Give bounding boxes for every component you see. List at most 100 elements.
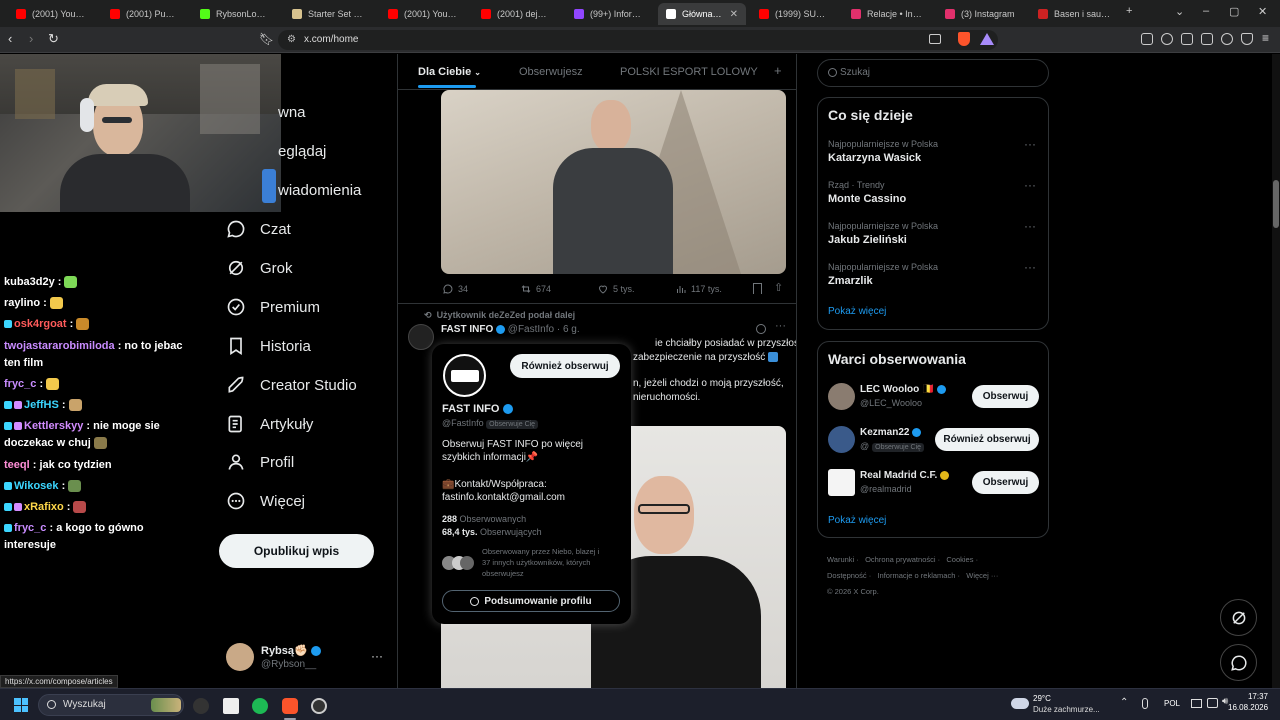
page-scrollbar[interactable]: [1272, 54, 1280, 688]
chat-username[interactable]: raylino: [4, 297, 40, 309]
taskbar-file-icon[interactable]: [223, 698, 239, 714]
chat-username[interactable]: Kettlerskyy: [24, 420, 83, 432]
reply-button[interactable]: 34: [442, 283, 468, 295]
close-window-icon[interactable]: ✕: [1258, 5, 1267, 18]
messages-fab[interactable]: [1220, 644, 1257, 681]
music-icon[interactable]: [1161, 33, 1173, 45]
follow-button[interactable]: Obserwuj: [972, 471, 1039, 494]
taskbar-app-icon[interactable]: [193, 698, 209, 714]
hovercard-contact-email[interactable]: fastinfo.kontakt@gmail.com: [442, 492, 565, 503]
sidebar-icon[interactable]: [1181, 33, 1193, 45]
follow-suggestion[interactable]: Real Madrid C.F. @realmadrid Obserwuj: [818, 468, 1048, 502]
trends-show-more[interactable]: Pokaż więcej: [828, 306, 886, 317]
trend-more-icon[interactable]: ···: [1024, 219, 1036, 233]
address-bar[interactable]: ⚙︎ x.com/home: [278, 30, 998, 50]
nav-notifications[interactable]: wiadomienia: [278, 178, 361, 202]
vpn-icon[interactable]: [1241, 33, 1253, 45]
nav-premium[interactable]: Premium: [226, 295, 320, 319]
avatar[interactable]: [828, 426, 855, 453]
footer-ads-info[interactable]: Informacje o reklamach: [877, 571, 955, 580]
trend-more-icon[interactable]: ···: [1024, 178, 1036, 192]
follow-suggestion[interactable]: LEC Wooloo 🇧🇪 @LEC_Wooloo Obserwuj: [818, 382, 1048, 416]
scrollbar-thumb[interactable]: [1273, 180, 1279, 228]
nav-grok[interactable]: Grok: [226, 256, 293, 280]
tab-for-you[interactable]: Dla Ciebie ⌄: [418, 66, 481, 78]
share-icon[interactable]: ⇧: [774, 281, 783, 294]
footer-more[interactable]: Więcej ···: [966, 571, 998, 580]
taskbar-search[interactable]: Wyszukaj: [38, 694, 184, 716]
following-count[interactable]: 288: [442, 514, 457, 524]
trend-item[interactable]: Rząd · Trendy Monte Cassino ···: [818, 178, 1048, 216]
trend-item[interactable]: Najpopularniejsze w Polska Zmarzlik ···: [818, 260, 1048, 298]
footer-privacy[interactable]: Ochrona prywatności: [865, 555, 935, 564]
views-button[interactable]: 117 tys.: [675, 283, 722, 295]
back-icon[interactable]: ‹: [8, 32, 12, 46]
add-tab-icon[interactable]: +: [774, 63, 782, 78]
brave-icon[interactable]: [282, 698, 298, 714]
nav-profile[interactable]: Profil: [226, 450, 294, 474]
footer-cookies[interactable]: Cookies: [946, 555, 973, 564]
leo-ai-icon[interactable]: [1221, 33, 1233, 45]
browser-tab[interactable]: (99+) Informacje: [566, 3, 652, 25]
chat-username[interactable]: JeffHS: [24, 399, 59, 411]
follow-back-button[interactable]: Również obserwuj: [510, 354, 620, 378]
like-button[interactable]: 5 tys.: [597, 283, 635, 295]
hovercard-avatar[interactable]: [443, 354, 486, 397]
close-tab-icon[interactable]: ✕: [730, 9, 738, 20]
follow-suggestion[interactable]: Kezman22 @ Obserwuje Cię Również obserwuj: [818, 425, 1048, 459]
footer-terms[interactable]: Warunki: [827, 555, 854, 564]
browser-tab[interactable]: Starter Set Delux: [284, 3, 374, 25]
new-tab-icon[interactable]: +: [1126, 5, 1132, 17]
browser-tab[interactable]: (2001) dejvid tibi: [473, 3, 559, 25]
repost-button[interactable]: 674: [520, 283, 551, 295]
author-name[interactable]: FAST INFO: [441, 324, 493, 335]
browser-tab[interactable]: (2001) Puk Puk: [102, 3, 186, 25]
grok-fab[interactable]: [1220, 599, 1257, 636]
chat-username[interactable]: teeql: [4, 459, 30, 471]
spotify-icon[interactable]: [252, 698, 268, 714]
avatar[interactable]: [828, 383, 855, 410]
browser-tab[interactable]: Główna / X ✕: [658, 3, 746, 25]
follow-button[interactable]: Obserwuj: [972, 385, 1039, 408]
browser-tab[interactable]: RybsonLoL Strea: [192, 3, 278, 25]
site-settings-icon[interactable]: ⚙︎: [287, 30, 296, 50]
author-avatar[interactable]: [408, 324, 434, 350]
weather-widget[interactable]: 29°C Duże zachmurze...: [1011, 693, 1106, 717]
chat-username[interactable]: fryc_c: [4, 378, 36, 390]
tab-search-icon[interactable]: ⌄: [1175, 5, 1184, 18]
author-handle[interactable]: @FastInfo: [508, 324, 554, 335]
post-image[interactable]: [441, 90, 786, 274]
start-icon[interactable]: [14, 698, 28, 712]
followers-count[interactable]: 68,4 tys.: [442, 527, 478, 537]
publish-post-button[interactable]: Opublikuj wpis: [219, 534, 374, 568]
network-icon[interactable]: [1207, 698, 1218, 708]
cast-icon[interactable]: [929, 34, 941, 44]
account-menu-icon[interactable]: ···: [371, 649, 383, 663]
browser-tab[interactable]: (1999) SUCHAR: [751, 3, 837, 25]
trend-more-icon[interactable]: ···: [1024, 260, 1036, 274]
browser-tab[interactable]: Basen i sauny –: [1030, 3, 1120, 25]
tab-following[interactable]: Obserwujesz: [519, 66, 583, 78]
language-indicator[interactable]: POL: [1164, 699, 1180, 708]
chevron-up-icon[interactable]: ⌃: [1120, 697, 1128, 708]
nav-more[interactable]: Więcej: [226, 489, 305, 513]
microphone-icon[interactable]: [1142, 698, 1148, 709]
nav-explore[interactable]: eglądaj: [278, 139, 326, 163]
trend-more-icon[interactable]: ···: [1024, 137, 1036, 151]
profile-summary-button[interactable]: Podsumowanie profilu: [442, 590, 620, 612]
chat-username[interactable]: Wikosek: [14, 480, 59, 492]
bookmark-post-icon[interactable]: [753, 283, 762, 294]
bookmark-icon[interactable]: 🔖︎: [259, 32, 274, 46]
extensions-icon[interactable]: [1141, 33, 1153, 45]
trend-item[interactable]: Najpopularniejsze w Polska Katarzyna Wasi…: [818, 137, 1048, 175]
chat-username[interactable]: twojastararobimiloda: [4, 340, 115, 352]
nav-home[interactable]: wna: [278, 100, 306, 124]
avatar[interactable]: [828, 469, 855, 496]
grok-post-icon[interactable]: [756, 324, 766, 334]
trend-item[interactable]: Najpopularniejsze w Polska Jakub Zielińsk…: [818, 219, 1048, 257]
browser-tab[interactable]: (3) Instagram: [937, 3, 1023, 25]
chat-username[interactable]: osk4rgoat: [14, 318, 67, 330]
brave-shield-icon[interactable]: [958, 32, 970, 46]
browser-tab[interactable]: (2001) YouTube: [8, 3, 96, 25]
forward-icon[interactable]: ›: [29, 32, 33, 46]
